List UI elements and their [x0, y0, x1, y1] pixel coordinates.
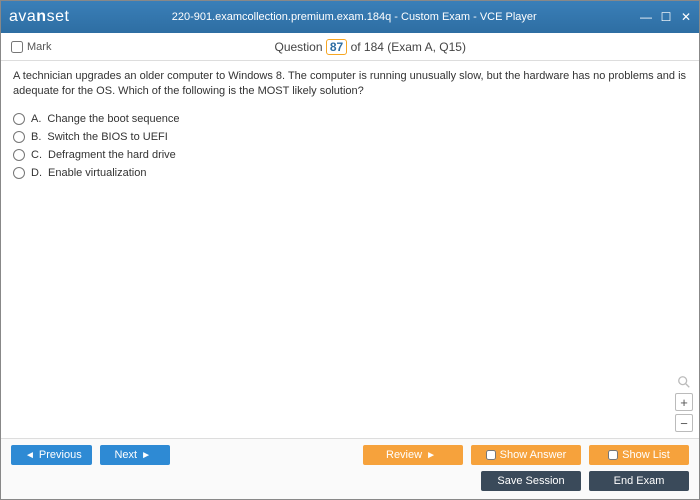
- show-answer-checkbox[interactable]: [486, 450, 496, 460]
- magnifier-icon[interactable]: [676, 374, 692, 390]
- review-label: Review: [386, 449, 422, 461]
- minimize-icon[interactable]: —: [639, 10, 653, 24]
- question-prefix: Question: [274, 40, 322, 54]
- question-text: A technician upgrades an older computer …: [13, 69, 687, 100]
- chevron-right-icon: ►: [426, 450, 436, 461]
- option-letter: D.: [31, 167, 42, 179]
- footer: ◄ Previous Next ► Review ► Show Answer Show…: [1, 438, 699, 499]
- content-area: A technician upgrades an older computer …: [1, 61, 699, 438]
- zoom-in-button[interactable]: +: [675, 393, 693, 411]
- review-button[interactable]: Review ►: [363, 445, 463, 465]
- zoom-controls: + −: [675, 374, 693, 432]
- previous-label: Previous: [39, 449, 82, 461]
- option-text: Switch the BIOS to UEFI: [47, 131, 167, 143]
- question-total: of 184 (Exam A, Q15): [351, 40, 466, 54]
- option-letter: B.: [31, 131, 41, 143]
- option-letter: A.: [31, 113, 41, 125]
- option-d[interactable]: D. Enable virtualization: [13, 164, 687, 182]
- question-counter: Question 87 of 184 (Exam A, Q15): [51, 39, 689, 55]
- footer-row-1: ◄ Previous Next ► Review ► Show Answer Show…: [11, 445, 689, 465]
- maximize-icon[interactable]: ☐: [659, 10, 673, 24]
- previous-button[interactable]: ◄ Previous: [11, 445, 92, 465]
- show-answer-button[interactable]: Show Answer: [471, 445, 581, 465]
- titlebar: avanset 220-901.examcollection.premium.e…: [1, 1, 699, 33]
- show-list-label: Show List: [622, 449, 670, 461]
- option-text: Defragment the hard drive: [48, 149, 176, 161]
- mark-checkbox-wrap[interactable]: Mark: [11, 41, 51, 53]
- show-answer-label: Show Answer: [500, 449, 567, 461]
- question-number: 87: [326, 39, 347, 55]
- save-session-button[interactable]: Save Session: [481, 471, 581, 491]
- option-letter: C.: [31, 149, 42, 161]
- next-label: Next: [114, 449, 137, 461]
- show-list-button[interactable]: Show List: [589, 445, 689, 465]
- option-b-radio[interactable]: [13, 131, 25, 143]
- end-exam-button[interactable]: End Exam: [589, 471, 689, 491]
- option-b[interactable]: B. Switch the BIOS to UEFI: [13, 128, 687, 146]
- option-a[interactable]: A. Change the boot sequence: [13, 110, 687, 128]
- mark-label: Mark: [27, 41, 51, 53]
- close-icon[interactable]: ✕: [679, 10, 693, 24]
- option-text: Change the boot sequence: [47, 113, 179, 125]
- chevron-left-icon: ◄: [25, 450, 35, 461]
- logo: avanset: [9, 8, 69, 26]
- question-header: Mark Question 87 of 184 (Exam A, Q15): [1, 33, 699, 61]
- option-text: Enable virtualization: [48, 167, 146, 179]
- chevron-right-icon: ►: [141, 450, 151, 461]
- next-button[interactable]: Next ►: [100, 445, 170, 465]
- zoom-out-button[interactable]: −: [675, 414, 693, 432]
- option-d-radio[interactable]: [13, 167, 25, 179]
- footer-row-2: Save Session End Exam: [11, 471, 689, 491]
- show-list-checkbox[interactable]: [608, 450, 618, 460]
- logo-part: n: [36, 8, 46, 25]
- window-title: 220-901.examcollection.premium.exam.184q…: [69, 11, 639, 23]
- option-c[interactable]: C. Defragment the hard drive: [13, 146, 687, 164]
- option-a-radio[interactable]: [13, 113, 25, 125]
- mark-checkbox[interactable]: [11, 41, 23, 53]
- app-window: avanset 220-901.examcollection.premium.e…: [0, 0, 700, 500]
- logo-part: set: [47, 8, 70, 25]
- options-list: A. Change the boot sequence B. Switch th…: [13, 110, 687, 182]
- window-controls: — ☐ ✕: [639, 10, 693, 24]
- logo-part: ava: [9, 8, 36, 25]
- option-c-radio[interactable]: [13, 149, 25, 161]
